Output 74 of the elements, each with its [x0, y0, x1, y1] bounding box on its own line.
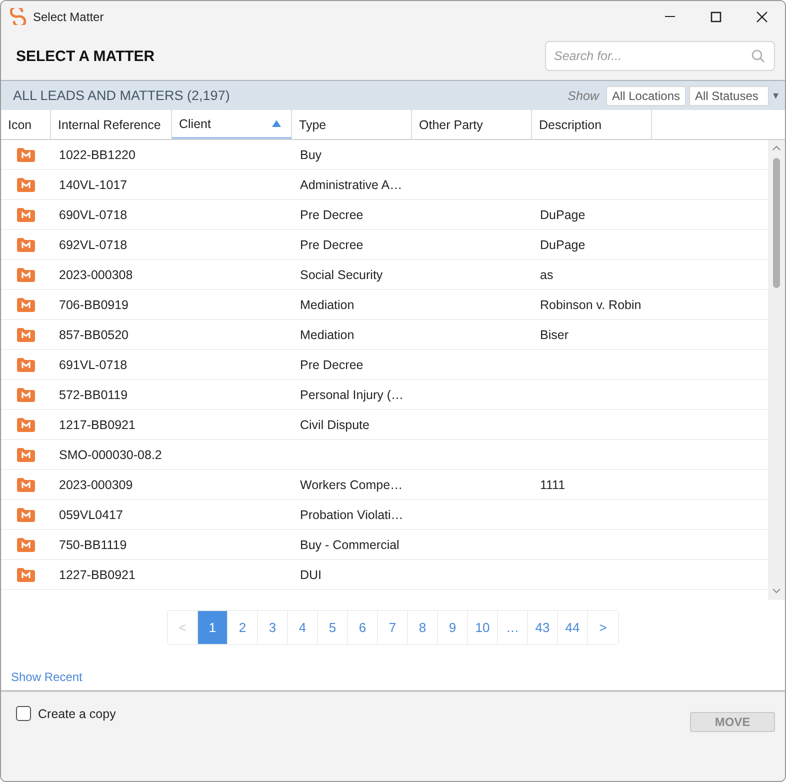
table-cell-text: 2023-000308	[58, 268, 134, 282]
scrollbar[interactable]	[768, 140, 785, 600]
table-cell-text: DuPage	[539, 238, 586, 252]
table-cell-text: as	[539, 268, 554, 282]
table-cell-text: Personal Injury (…	[299, 388, 405, 402]
table-cell-text: 140VL-1017	[58, 178, 128, 192]
table-cell-text: 059VL0417	[58, 508, 124, 522]
app-logo-icon	[10, 8, 26, 25]
window-title: Select Matter	[33, 10, 105, 24]
table-cell-text: 572-BB0119	[58, 388, 129, 402]
table-cell-text: Administrative A…	[299, 178, 404, 192]
table-cell-text: 857-BB0520	[58, 328, 130, 342]
table-cell-text: 690VL-0718	[58, 208, 128, 222]
matter-folder-icon	[17, 568, 35, 582]
column-header[interactable]: Description	[539, 118, 602, 132]
table-cell-text: Buy - Commercial	[299, 538, 400, 552]
table-cell-text: Mediation	[299, 298, 356, 312]
table-cell-text: Workers Compe…	[299, 478, 404, 492]
table-cell-text: 706-BB0919	[58, 298, 130, 312]
table-cell-text: DUI	[299, 568, 323, 582]
column-header[interactable]: Internal Reference	[58, 118, 161, 132]
table-cell-text: Civil Dispute	[299, 418, 370, 432]
matter-folder-icon	[17, 508, 35, 522]
table-cell-text: Probation Violati…	[299, 508, 404, 522]
search-icon	[751, 49, 765, 63]
table-cell-text: Pre Decree	[299, 238, 364, 252]
page-button[interactable]: 1	[198, 611, 228, 644]
dialog-heading: SELECT A MATTER	[16, 48, 155, 64]
table-cell-text: Pre Decree	[299, 358, 364, 372]
search-field[interactable]: Search for...	[545, 41, 775, 71]
column-header[interactable]: Type	[299, 118, 326, 132]
table-cell-text: Pre Decree	[299, 208, 364, 222]
matter-folder-icon	[17, 538, 35, 552]
table-cell-text: 1111	[539, 478, 566, 492]
matter-folder-icon	[17, 388, 35, 402]
column-header[interactable]: Other Party	[419, 118, 483, 132]
status-dropdown[interactable]: All Statuses	[689, 86, 769, 106]
column-header[interactable]: Client	[179, 116, 211, 130]
maximize-icon	[710, 10, 722, 22]
checkbox-label: Create a copy	[38, 706, 116, 720]
matter-folder-icon	[17, 178, 35, 192]
table-cell-text: 750-BB1119	[58, 538, 128, 552]
list-title: ALL LEADS AND MATTERS (2,197)	[13, 88, 231, 103]
table-cell-text: SMO-000030-08.2	[58, 448, 163, 462]
table-cell-text: Social Security	[299, 268, 384, 282]
table-cell-text: 2023-000309	[58, 478, 134, 492]
location-dropdown[interactable]: All Locations	[606, 86, 686, 106]
table-cell-text: Biser	[539, 328, 570, 342]
matter-folder-icon	[17, 298, 35, 312]
show-label: Show	[568, 88, 599, 102]
matter-folder-icon	[17, 238, 35, 252]
table-cell-text: Buy	[299, 148, 323, 162]
table-cell-text: 1022-BB1220	[58, 148, 136, 162]
minimize-icon	[665, 16, 675, 17]
matter-folder-icon	[17, 448, 35, 462]
table-cell-text: 692VL-0718	[58, 238, 128, 252]
close-icon	[756, 10, 768, 22]
show-recent-link[interactable]: Show Recent	[11, 670, 82, 684]
checkbox[interactable]	[16, 706, 31, 721]
table-cell-text: 691VL-0718	[58, 358, 128, 372]
matter-folder-icon	[17, 478, 35, 492]
matter-folder-icon	[17, 418, 35, 432]
matter-folder-icon	[17, 358, 35, 372]
table-cell-text: Mediation	[299, 328, 356, 342]
caret-icon[interactable]: ▾	[773, 89, 779, 102]
table-cell-text: DuPage	[539, 208, 586, 222]
table-cell-text: Robinson v. Robin	[539, 298, 642, 312]
matter-folder-icon	[17, 208, 35, 222]
table-cell-text: 1217-BB0921	[58, 418, 136, 432]
matter-folder-icon	[17, 328, 35, 342]
matter-folder-icon	[17, 268, 35, 282]
matter-folder-icon	[17, 148, 35, 162]
table-cell-text: 1227-BB0921	[58, 568, 136, 582]
column-header[interactable]: Icon	[8, 118, 32, 132]
